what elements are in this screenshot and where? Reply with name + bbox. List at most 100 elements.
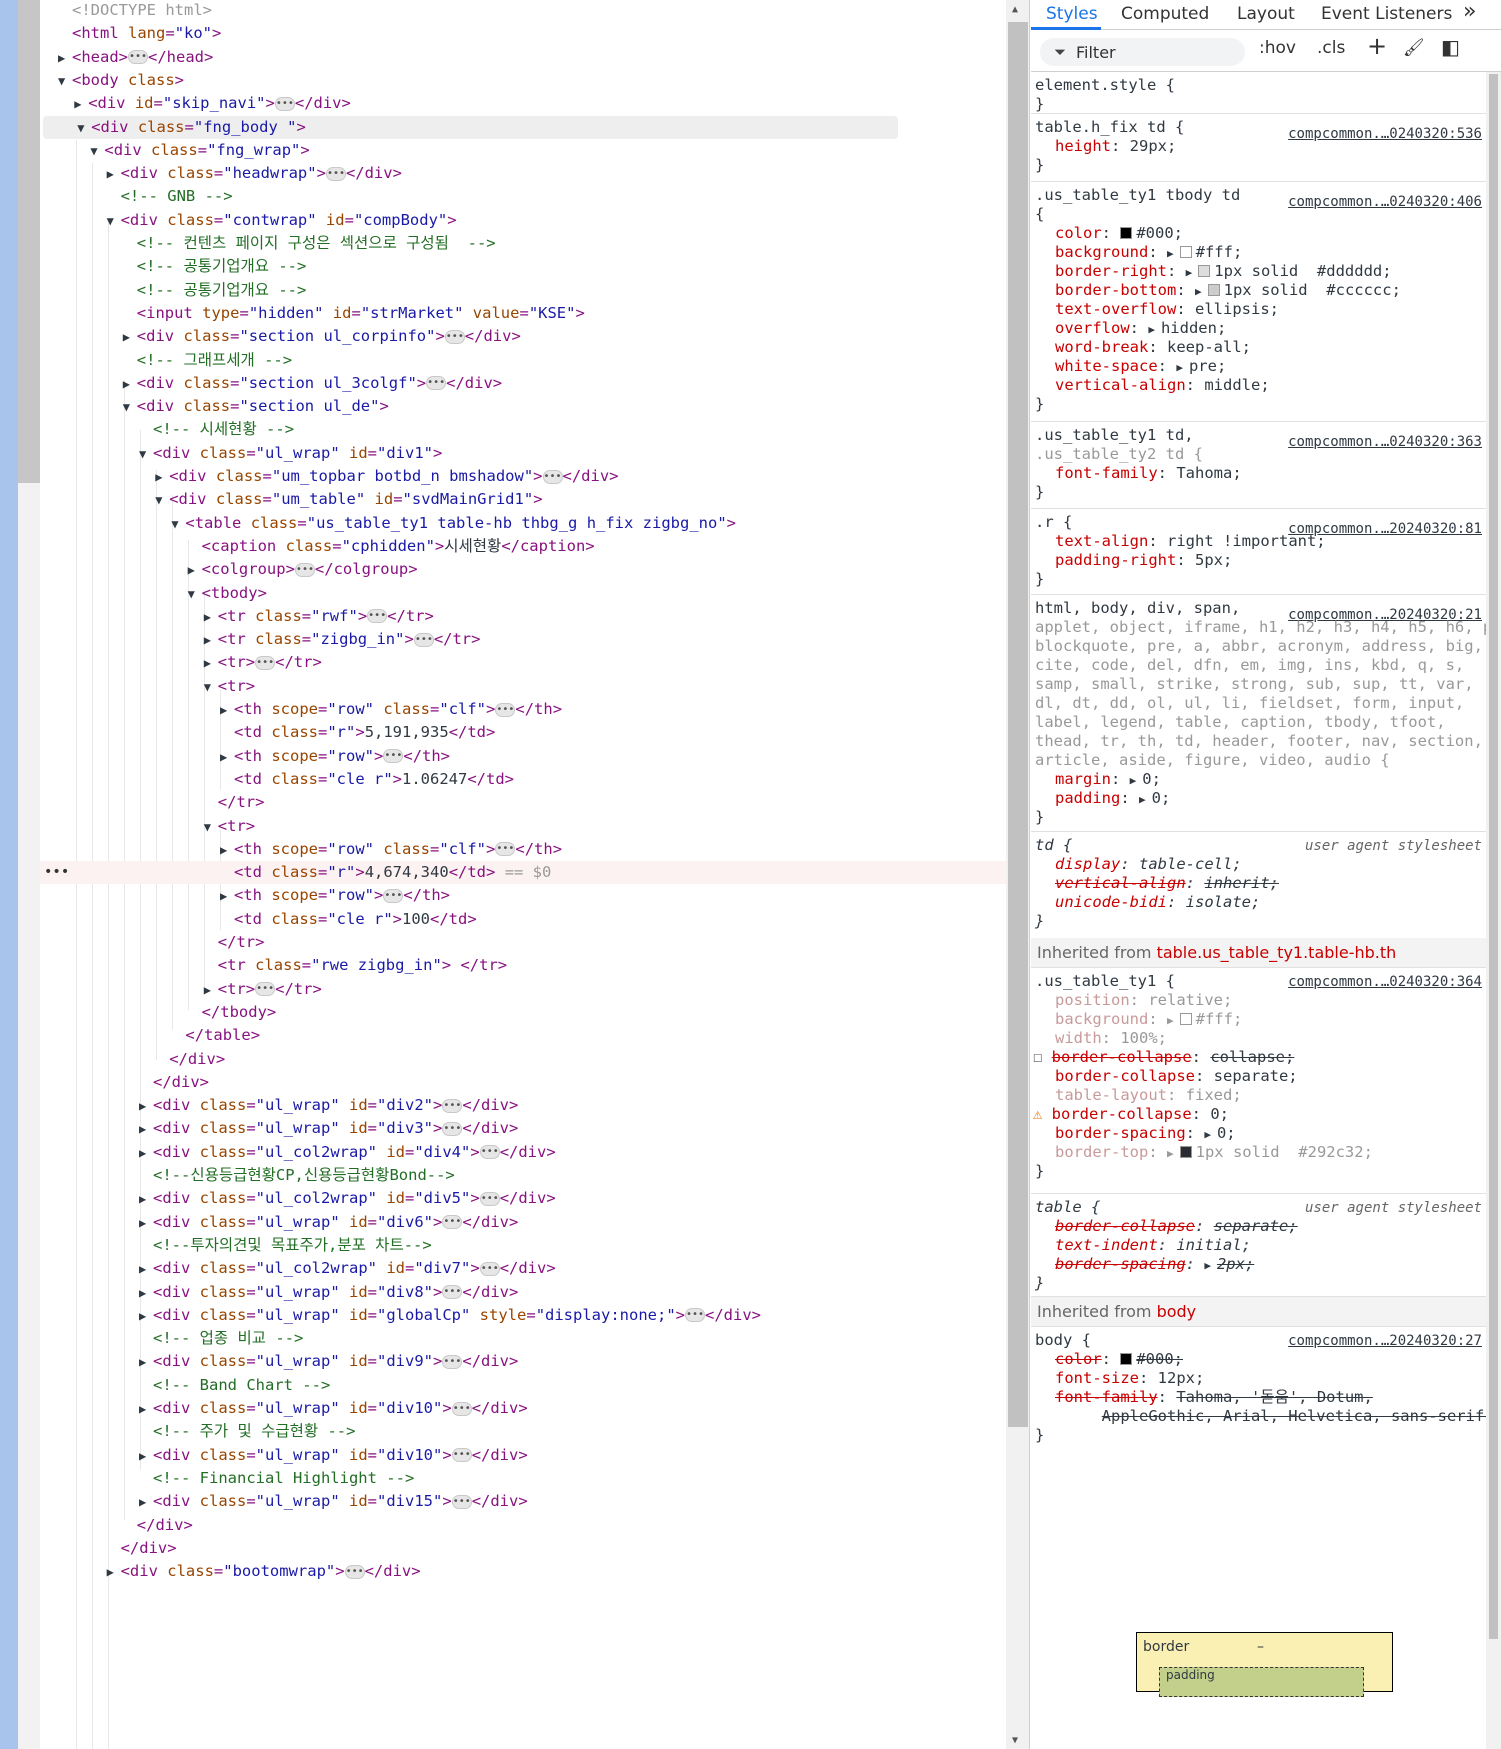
property-value[interactable]: separate; bbox=[1214, 1067, 1298, 1085]
expand-triangle-icon[interactable]: ▶ bbox=[123, 373, 137, 396]
expand-caret-icon[interactable]: ▶ bbox=[1195, 285, 1202, 298]
rule-selector-continued[interactable]: { bbox=[1035, 205, 1044, 224]
rule-selector[interactable]: .us_table_ty1 td, bbox=[1035, 426, 1194, 445]
elements-tree-panel[interactable]: <!DOCTYPE html> <html lang="ko"> ▶ <head>••… bbox=[40, 0, 1006, 1749]
dom-node-line[interactable]: ▶ <div class="ul_wrap" id="div6">•••</div… bbox=[40, 1211, 1006, 1234]
property-line[interactable]: color: #000; bbox=[1055, 224, 1183, 243]
collapsed-ellipsis-icon[interactable]: ••• bbox=[495, 842, 516, 857]
property-line[interactable]: border-collapse: separate; bbox=[1055, 1217, 1298, 1236]
color-swatch[interactable] bbox=[1198, 265, 1211, 277]
property-line[interactable]: height: 29px; bbox=[1055, 137, 1176, 156]
property-line[interactable]: border-collapse: separate; bbox=[1055, 1067, 1298, 1086]
property-value[interactable]: Tahoma; bbox=[1176, 464, 1241, 482]
dom-node-line[interactable]: ▶ <div class="ul_col2wrap" id="div7">•••<… bbox=[40, 1257, 1006, 1280]
expand-triangle-icon[interactable]: ▶ bbox=[155, 466, 169, 489]
dom-node-line[interactable]: <td class="r">5,191,935</td> bbox=[40, 721, 1006, 744]
expand-triangle-icon[interactable]: ▶ bbox=[139, 1351, 153, 1374]
property-line[interactable]: border-bottom: ▶ 1px solid #cccccc; bbox=[1055, 281, 1401, 300]
rule-selector-continued[interactable]: cite, code, del, dfn, em, img, ins, kbd,… bbox=[1035, 656, 1464, 675]
dom-node-line[interactable]: <td class="cle r">100</td> bbox=[40, 908, 1006, 931]
dom-node-line[interactable]: <!-- 시세현황 --> bbox=[40, 418, 1006, 441]
dom-node-line[interactable]: ▶ <div class="ul_wrap" id="div10">•••</di… bbox=[40, 1397, 1006, 1420]
property-value[interactable]: 0; bbox=[1217, 1124, 1236, 1142]
dom-node-line[interactable]: ▼ <div class="section ul_de"> bbox=[40, 395, 1006, 418]
dom-node-line[interactable]: ▶ <head>•••</head> bbox=[40, 46, 1006, 69]
dom-node-line[interactable]: ▶ <div class="ul_wrap" id="div3">•••</div… bbox=[40, 1117, 1006, 1140]
expand-caret-icon[interactable]: ▶ bbox=[1167, 1147, 1174, 1160]
property-line[interactable]: background: ▶ #fff; bbox=[1055, 1010, 1242, 1029]
dom-node-line[interactable]: ▼ <tbody> bbox=[40, 582, 1006, 605]
property-line[interactable]: border-right: ▶ 1px solid #dddddd; bbox=[1055, 262, 1392, 281]
dom-node-line[interactable]: ▶ <th scope="row" class="clf">•••</th> bbox=[40, 838, 1006, 861]
dom-node-line[interactable]: <!-- 공통기업개요 --> bbox=[40, 255, 1006, 278]
dom-node-line[interactable]: <!--투자의견및 목표주가,분포 차트--> bbox=[40, 1234, 1006, 1257]
property-line[interactable]: margin: ▶ 0; bbox=[1055, 770, 1161, 789]
expand-triangle-icon[interactable]: ▶ bbox=[204, 979, 218, 1002]
property-value[interactable]: #000; bbox=[1136, 224, 1183, 242]
dom-node-line[interactable]: <tr class="rwe zigbg_in"> </tr> bbox=[40, 954, 1006, 977]
rule-selector[interactable]: .us_table_ty1 { bbox=[1035, 972, 1175, 991]
dom-node-line[interactable]: <!DOCTYPE html> bbox=[40, 0, 1006, 22]
color-swatch[interactable] bbox=[1207, 284, 1220, 296]
expand-triangle-icon[interactable]: ▶ bbox=[204, 629, 218, 652]
expand-caret-icon[interactable]: ▶ bbox=[1139, 793, 1146, 806]
property-line[interactable]: font-family: Tahoma, '돋움', Dotum, bbox=[1055, 1388, 1373, 1407]
expand-triangle-icon[interactable]: ▶ bbox=[139, 1142, 153, 1165]
scroll-down-arrow[interactable]: ▼ bbox=[1012, 1735, 1018, 1746]
dom-node-line[interactable]: ▶ <div class="section ul_corpinfo">•••</d… bbox=[40, 325, 1006, 348]
elements-scroll-thumb[interactable] bbox=[1008, 22, 1028, 1427]
rule-source-link[interactable]: compcommon.…20240320:27 bbox=[1288, 1333, 1482, 1349]
dom-node-line[interactable]: ▶ <div class="ul_wrap" id="div15">•••</di… bbox=[40, 1490, 1006, 1513]
property-value[interactable]: 100%; bbox=[1120, 1029, 1167, 1047]
hov-button[interactable]: :hov bbox=[1259, 38, 1296, 58]
dom-node-line[interactable]: ▶ <div class="ul_wrap" id="div8">•••</div… bbox=[40, 1281, 1006, 1304]
property-line[interactable]: font-family: Tahoma; bbox=[1055, 464, 1242, 483]
dom-node-line[interactable]: </div> bbox=[40, 1071, 1006, 1094]
property-value[interactable]: 1px solid #dddddd; bbox=[1214, 262, 1391, 280]
property-value[interactable]: 0; bbox=[1152, 789, 1171, 807]
dom-node-line[interactable]: ▶ <div id="skip_navi">•••</div> bbox=[40, 92, 1006, 115]
rule-selector-continued[interactable]: .us_table_ty2 td { bbox=[1035, 445, 1203, 464]
expand-caret-icon[interactable]: ▶ bbox=[1130, 774, 1137, 787]
dom-node-line[interactable]: ▶ <div class="ul_wrap" id="globalCp" styl… bbox=[40, 1304, 1006, 1327]
collapsed-ellipsis-icon[interactable]: ••• bbox=[383, 888, 404, 903]
collapsed-ellipsis-icon[interactable]: ••• bbox=[426, 376, 447, 391]
property-value[interactable]: 1px solid #cccccc; bbox=[1224, 281, 1401, 299]
collapsed-ellipsis-icon[interactable]: ••• bbox=[451, 1448, 472, 1463]
collapsed-ellipsis-icon[interactable]: ••• bbox=[542, 469, 563, 484]
expand-triangle-icon[interactable]: ▶ bbox=[107, 163, 121, 186]
cls-button[interactable]: .cls bbox=[1317, 38, 1345, 58]
gutter-scroll-track[interactable] bbox=[18, 483, 40, 1749]
expand-triangle-icon[interactable]: ▶ bbox=[220, 699, 234, 722]
collapsed-ellipsis-icon[interactable]: ••• bbox=[479, 1145, 500, 1160]
collapsed-ellipsis-icon[interactable]: ••• bbox=[495, 702, 516, 717]
collapsed-ellipsis-icon[interactable]: ••• bbox=[444, 329, 465, 344]
property-value[interactable]: ellipsis; bbox=[1195, 300, 1279, 318]
expand-caret-icon[interactable]: ▶ bbox=[1148, 323, 1155, 336]
expand-triangle-icon[interactable]: ▶ bbox=[139, 1305, 153, 1328]
new-rule-icon[interactable]: + bbox=[1367, 32, 1387, 60]
expand-triangle-icon[interactable]: ▼ bbox=[188, 583, 202, 606]
dom-node-line[interactable]: ▶ <th scope="row">•••</th> bbox=[40, 745, 1006, 768]
dom-node-line[interactable]: </div> bbox=[40, 1537, 1006, 1560]
inherited-target-link[interactable]: table.us_table_ty1.table-hb.th bbox=[1157, 943, 1397, 962]
property-value[interactable]: #fff; bbox=[1196, 1010, 1243, 1028]
property-line[interactable]: AppleGothic, Arial, Helvetica, sans-seri… bbox=[1083, 1407, 1494, 1426]
expand-triangle-icon[interactable]: ▼ bbox=[171, 513, 185, 536]
dom-node-line[interactable]: ▶ <div class="ul_col2wrap" id="div5">•••<… bbox=[40, 1187, 1006, 1210]
expand-triangle-icon[interactable]: ▼ bbox=[58, 70, 72, 93]
collapsed-ellipsis-icon[interactable]: ••• bbox=[685, 1308, 706, 1323]
collapsed-ellipsis-icon[interactable]: ••• bbox=[128, 50, 148, 65]
property-line[interactable]: width: 100%; bbox=[1055, 1029, 1167, 1048]
dom-node-line[interactable]: ▼ <div class="contwrap" id="compBody"> bbox=[40, 209, 1006, 232]
dom-node-line[interactable]: ▼ <tr> bbox=[40, 815, 1006, 838]
filter-input[interactable] bbox=[1076, 41, 1236, 63]
expand-triangle-icon[interactable]: ▶ bbox=[123, 326, 137, 349]
dom-node-line[interactable]: <!-- 공통기업개요 --> bbox=[40, 279, 1006, 302]
property-line[interactable]: table-layout: fixed; bbox=[1055, 1086, 1242, 1105]
tab-event-listeners[interactable]: Event Listeners bbox=[1321, 4, 1452, 24]
expand-triangle-icon[interactable]: ▶ bbox=[220, 839, 234, 862]
property-value[interactable]: isolate; bbox=[1186, 893, 1261, 911]
collapsed-ellipsis-icon[interactable]: ••• bbox=[442, 1098, 463, 1113]
dom-node-line[interactable]: ▶ <div class="ul_wrap" id="div9">•••</div… bbox=[40, 1350, 1006, 1373]
